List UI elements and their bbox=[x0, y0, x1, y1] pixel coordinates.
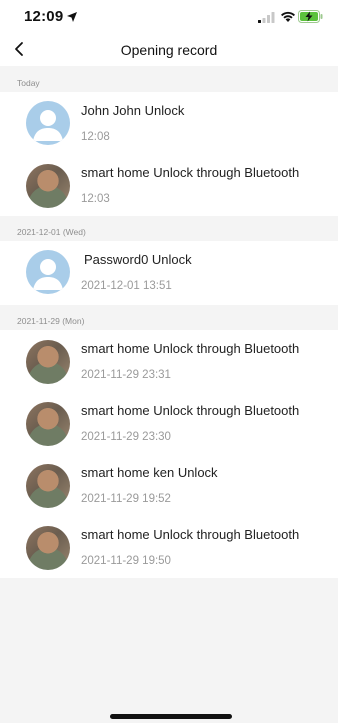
record-title: smart home Unlock through Bluetooth bbox=[81, 165, 300, 180]
record-title: smart home ken Unlock bbox=[81, 465, 218, 480]
section-header-date: 2021-11-29 (Mon) bbox=[0, 310, 338, 330]
battery-charging-icon bbox=[298, 10, 323, 23]
section-date-label: 2021-12-01 (Wed) bbox=[17, 227, 86, 237]
record-time: 12:08 bbox=[81, 131, 110, 143]
user-photo-avatar bbox=[26, 402, 70, 446]
record-list-date: smart home Unlock through Bluetooth 2021… bbox=[0, 330, 338, 578]
record-title: smart home Unlock through Bluetooth bbox=[81, 341, 300, 356]
record-item[interactable]: smart home Unlock through Bluetooth 2021… bbox=[0, 392, 338, 454]
cellular-signal-icon bbox=[258, 12, 275, 23]
section-header-date: 2021-12-01 (Wed) bbox=[0, 221, 338, 241]
record-item[interactable]: smart home Unlock through Bluetooth 12:0… bbox=[0, 154, 338, 216]
home-indicator[interactable] bbox=[110, 714, 232, 719]
user-photo-avatar bbox=[26, 164, 70, 208]
record-list-date: Password0 Unlock 2021-12-01 13:51 bbox=[0, 241, 338, 305]
record-item[interactable]: John John Unlock 12:08 bbox=[0, 92, 338, 154]
record-time: 2021-11-29 23:31 bbox=[81, 369, 171, 381]
record-time: 2021-12-01 13:51 bbox=[81, 280, 172, 292]
record-time: 2021-11-29 19:52 bbox=[81, 493, 171, 505]
default-user-icon bbox=[26, 101, 70, 145]
record-title: Password0 Unlock bbox=[84, 252, 192, 267]
record-item[interactable]: Password0 Unlock 2021-12-01 13:51 bbox=[0, 241, 338, 303]
location-arrow-icon bbox=[67, 12, 77, 22]
record-title: smart home Unlock through Bluetooth bbox=[81, 527, 300, 542]
status-time: 12:09 bbox=[24, 8, 64, 25]
status-bar: 12:09 bbox=[0, 0, 338, 36]
record-time: 2021-11-29 23:30 bbox=[81, 431, 171, 443]
wifi-icon bbox=[281, 11, 295, 22]
section-date-label: 2021-11-29 (Mon) bbox=[17, 316, 85, 326]
record-list-today: John John Unlock 12:08 smart home Unlock… bbox=[0, 92, 338, 216]
record-item[interactable]: smart home Unlock through Bluetooth 2021… bbox=[0, 330, 338, 392]
section-header-today: Today bbox=[0, 72, 338, 92]
user-photo-avatar bbox=[26, 526, 70, 570]
record-time: 12:03 bbox=[81, 193, 110, 205]
user-photo-avatar bbox=[26, 340, 70, 384]
record-title: John John Unlock bbox=[81, 103, 185, 118]
navigation-bar: Opening record bbox=[0, 36, 338, 66]
default-user-icon bbox=[26, 250, 70, 294]
page-title: Opening record bbox=[120, 42, 218, 58]
record-item[interactable]: smart home Unlock through Bluetooth 2021… bbox=[0, 516, 338, 578]
record-time: 2021-11-29 19:50 bbox=[81, 555, 171, 567]
user-photo-avatar bbox=[26, 464, 70, 508]
record-item[interactable]: smart home ken Unlock 2021-11-29 19:52 bbox=[0, 454, 338, 516]
section-date-label: Today bbox=[17, 78, 40, 88]
record-title: smart home Unlock through Bluetooth bbox=[81, 403, 300, 418]
